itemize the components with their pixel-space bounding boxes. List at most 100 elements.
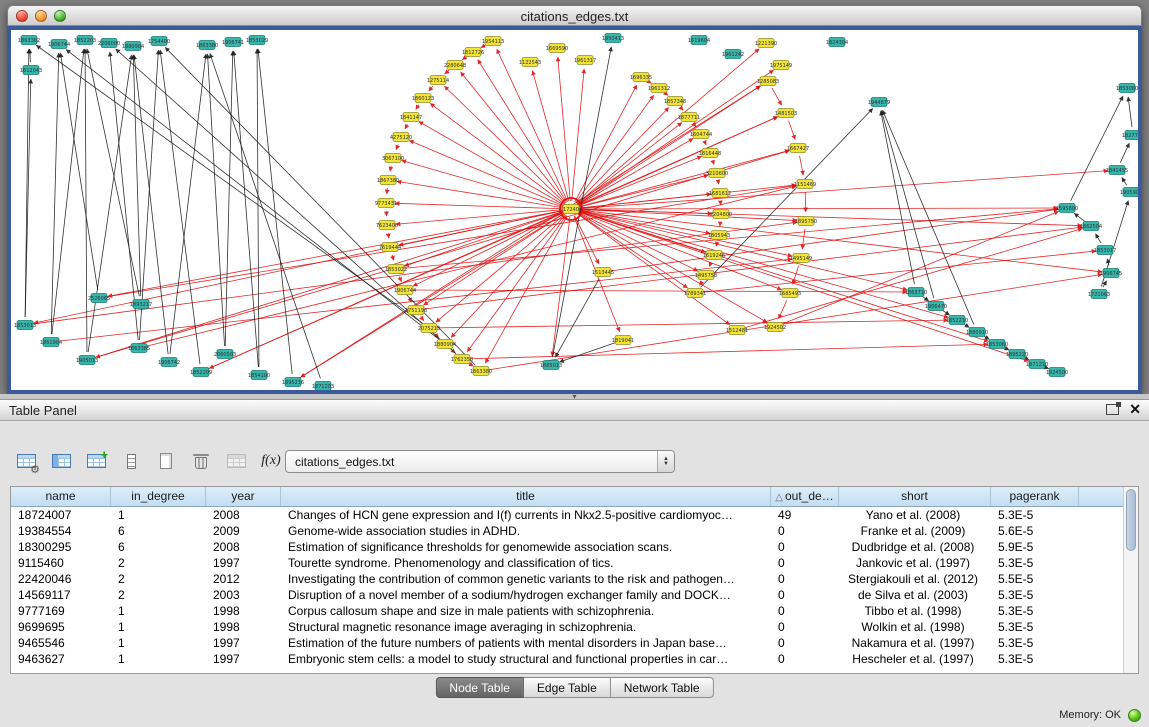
graph-node[interactable]: 1863385 (128, 344, 150, 353)
graph-node[interactable]: 1696335 (630, 73, 652, 82)
graph-node[interactable]: 1924502 (764, 323, 786, 332)
graph-node[interactable]: 1863380 (470, 367, 492, 376)
graph-node[interactable]: 1852203 (74, 36, 96, 45)
graph-node[interactable]: 1221390 (755, 39, 777, 48)
graph-node[interactable]: 1852210 (946, 316, 968, 325)
graph-node[interactable]: 1853060 (986, 340, 1008, 349)
graph-node[interactable]: 1789341 (684, 289, 706, 298)
graph-node[interactable]: 1612043 (20, 66, 42, 75)
graph-node[interactable]: 1906744 (394, 286, 416, 295)
graph-node[interactable]: 1275114 (427, 76, 449, 85)
graph-node[interactable]: 1595800 (1056, 204, 1078, 213)
import-table-button[interactable] (222, 448, 250, 475)
graph-node[interactable]: 1853080 (1116, 84, 1138, 93)
column-header-in-degree[interactable]: in_degree (111, 487, 206, 506)
graph-node[interactable]: 1895750 (795, 217, 817, 226)
table-row[interactable]: 946362711997Embryonic stem cells: a mode… (11, 651, 1125, 667)
graph-node[interactable]: 1827741 (1122, 131, 1138, 140)
graph-node[interactable]: 1906742 (158, 358, 180, 367)
graph-node[interactable]: 1853017 (1094, 246, 1116, 255)
float-panel-icon[interactable] (1106, 404, 1119, 415)
graph-node[interactable]: 1852209 (190, 368, 212, 377)
table-row[interactable]: 1938455462009Genome-wide association stu… (11, 523, 1125, 539)
graph-node[interactable]: 1754400 (148, 37, 170, 46)
graph-node[interactable]: 1863362 (18, 36, 40, 45)
graph-node[interactable]: 9773431 (375, 199, 397, 208)
graph-node[interactable]: 1905903 (1120, 188, 1138, 197)
graph-node[interactable]: 1495758 (695, 271, 717, 280)
graph-node[interactable]: 1812726 (462, 48, 484, 57)
graph-node[interactable]: 1805943 (708, 231, 730, 240)
graph-node[interactable]: 1751198 (405, 306, 427, 315)
graph-node[interactable]: 1850413 (602, 34, 624, 43)
graph-node[interactable]: 1906741 (222, 38, 244, 47)
table-scrollbar[interactable] (1123, 487, 1138, 673)
column-header-pagerank[interactable]: pagerank (991, 487, 1079, 506)
graph-node[interactable]: 2060503 (214, 350, 236, 359)
graph-node[interactable]: 1863710 (905, 288, 927, 297)
graph-node[interactable]: 1924500 (1046, 368, 1068, 377)
tab-network-table[interactable]: Network Table (611, 677, 714, 698)
graph-node[interactable]: 1513445 (592, 268, 614, 277)
graph-node[interactable]: 1854100 (248, 371, 270, 380)
graph-node[interactable]: 1853029 (246, 36, 268, 45)
graph-node[interactable]: 17240 (560, 198, 582, 220)
graph-node[interactable]: 1824304 (826, 38, 848, 47)
select-columns-button[interactable] (47, 448, 75, 475)
graph-node[interactable]: 1880910 (966, 328, 988, 337)
table-add-button[interactable] (82, 448, 110, 475)
graph-node[interactable]: 1863380 (196, 41, 218, 50)
column-header-short[interactable]: short (839, 487, 991, 506)
scrollbar-thumb[interactable] (1126, 489, 1136, 551)
graph-node[interactable]: 1880904 (122, 42, 144, 51)
graph-node[interactable]: 1906744 (48, 40, 70, 49)
delete-rows-button[interactable] (187, 448, 215, 475)
tab-edge-table[interactable]: Edge Table (524, 677, 611, 698)
graph-node[interactable]: 1862504 (1080, 222, 1102, 231)
table-selector-dropdown[interactable]: citations_edges.txt ▲▼ (285, 450, 675, 473)
graph-node[interactable]: 7619444 (379, 243, 401, 252)
network-canvas[interactable]: 1724019541131812726228064812751141860123… (7, 26, 1142, 394)
graph-node[interactable]: 1906470 (925, 302, 947, 311)
graph-node[interactable]: 1721063 (1088, 290, 1110, 299)
graph-node[interactable]: 1285083 (757, 77, 779, 86)
graph-node[interactable]: 4275120 (390, 133, 412, 142)
graph-node[interactable]: 1819041 (612, 336, 634, 345)
function-builder-button[interactable]: f(x) (257, 448, 285, 475)
table-row[interactable]: 1872400712008Changes of HCN gene express… (11, 507, 1125, 523)
graph-node[interactable]: 1681612 (709, 189, 731, 198)
graph-node[interactable]: 1954113 (482, 37, 504, 46)
graph-node[interactable]: 1841147 (400, 113, 422, 122)
graph-node[interactable]: 2204800 (710, 210, 732, 219)
graph-node[interactable]: 1853013 (14, 321, 36, 330)
table-row[interactable]: 1830029562008Estimation of significance … (11, 539, 1125, 555)
graph-node[interactable]: 1905013 (76, 356, 98, 365)
graph-node[interactable]: 1867380 (377, 176, 399, 185)
column-header-year[interactable]: year (206, 487, 281, 506)
column-header-name[interactable]: name (11, 487, 111, 506)
graph-node[interactable]: 1860123 (412, 94, 434, 103)
column-header-title[interactable]: title (281, 487, 771, 506)
graph-node[interactable]: 1669590 (546, 44, 568, 53)
graph-node[interactable]: 2526065 (88, 294, 110, 303)
graph-node[interactable]: 1122543 (519, 58, 541, 67)
graph-node[interactable]: 3067100 (382, 154, 404, 163)
table-row[interactable]: 977716911998Corpus callosum shape and si… (11, 603, 1125, 619)
graph-node[interactable]: 1762358 (451, 355, 473, 364)
graph-node[interactable]: 1975149 (770, 61, 792, 70)
graph-node[interactable]: 1906745 (1100, 269, 1122, 278)
graph-node[interactable]: 1895216 (282, 378, 304, 387)
tab-node-table[interactable]: Node Table (435, 677, 524, 698)
graph-node[interactable]: 1895220 (1006, 350, 1028, 359)
graph-node[interactable]: 1871210 (1026, 360, 1048, 369)
graph-node[interactable]: 1816448 (699, 149, 721, 158)
graph-node[interactable]: 1944879 (868, 98, 890, 107)
graph-node[interactable]: 1961312 (648, 84, 670, 93)
graph-node[interactable]: 1512481 (726, 326, 748, 335)
graph-node[interactable]: 1667427 (787, 144, 809, 153)
column-header-out-degree[interactable]: △out_de… (771, 487, 839, 506)
table-settings-button[interactable] (12, 448, 40, 475)
table-row[interactable]: 2242004622012Investigating the contribut… (11, 571, 1125, 587)
table-row[interactable]: 1456911722003Disruption of a novel membe… (11, 587, 1125, 603)
graph-node[interactable]: 1871203 (312, 382, 334, 391)
